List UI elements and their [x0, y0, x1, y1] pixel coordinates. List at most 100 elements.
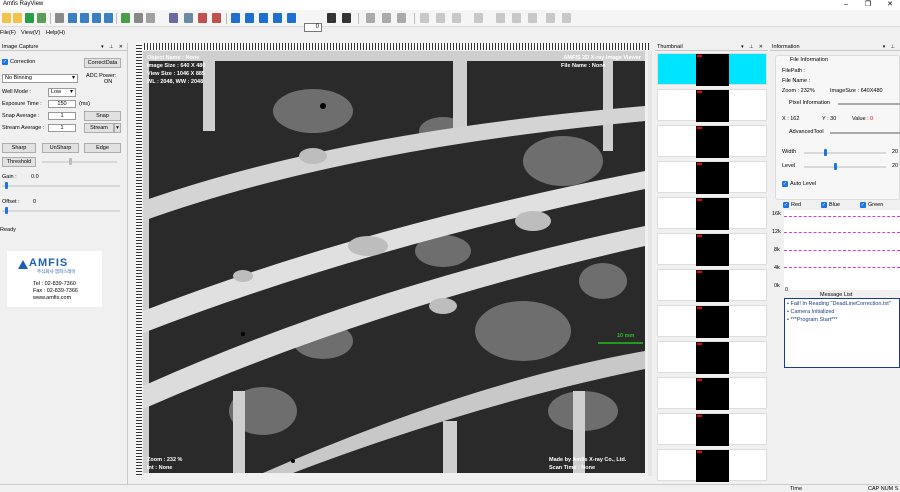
line-icon[interactable]	[452, 13, 461, 23]
red-checkbox[interactable]: ✓	[783, 202, 789, 208]
menu-bar: File(F) View(V) Help(H)	[0, 29, 900, 38]
image-icon[interactable]	[121, 13, 130, 23]
zoom-out-icon[interactable]	[80, 13, 89, 23]
bga-icon[interactable]	[382, 13, 391, 23]
menu-view[interactable]: View(V)	[21, 30, 40, 36]
thumbnail-item[interactable]	[657, 305, 767, 338]
sdd-icon[interactable]	[212, 13, 221, 23]
threshold-thumb[interactable]	[69, 158, 72, 165]
circle-icon[interactable]	[496, 13, 505, 23]
auto-level-checkbox[interactable]: ✓	[782, 181, 788, 187]
sharp-button[interactable]: Sharp	[2, 143, 36, 153]
grid-view-icon[interactable]	[327, 13, 336, 23]
information-pin-icon[interactable]: ▾ ⊥	[883, 43, 897, 51]
thumbnail-title: Thumbnail	[657, 44, 683, 50]
process-icon[interactable]	[184, 13, 193, 23]
unsharp-button[interactable]: UnSharp	[42, 143, 79, 153]
stream-dropdown-icon[interactable]: ▾	[114, 123, 121, 133]
amfis-logo-card: AMFIS 주식회사 엠피스레이 Tel : 02-839-7360 Fax :…	[7, 251, 102, 307]
viewer-scrollbar[interactable]	[648, 51, 652, 476]
thumbnail-item[interactable]	[657, 341, 767, 374]
next-frame-icon[interactable]	[273, 13, 282, 23]
export-icon[interactable]	[37, 13, 46, 23]
thumbnail-item[interactable]	[657, 125, 767, 158]
maximize-button[interactable]: ❐	[858, 0, 878, 10]
rotate-icon[interactable]	[134, 13, 143, 23]
snap-button[interactable]: Snap	[84, 111, 121, 121]
message-list[interactable]: • Fail! In Reading "DeadLineCorrection.t…	[784, 298, 900, 368]
snap-average-label: Snap Average :	[2, 113, 40, 119]
thumbnail-item[interactable]	[657, 89, 767, 122]
thumbnail-item[interactable]	[657, 413, 767, 446]
open-folder-icon[interactable]	[2, 13, 11, 23]
blue-checkbox[interactable]: ✓	[821, 202, 827, 208]
stream-average-input[interactable]: 1	[48, 124, 76, 132]
thumbnail-item-selected[interactable]	[657, 53, 767, 86]
snap-average-input[interactable]: 1	[48, 112, 76, 120]
exposure-input[interactable]: 150	[48, 100, 76, 108]
well-mode-label: Well Mode :	[2, 89, 31, 95]
cal-icon[interactable]	[397, 13, 406, 23]
threshold-button[interactable]: Threshold	[2, 157, 36, 167]
correction-label: Correction	[10, 59, 36, 65]
threshold-slider[interactable]	[42, 161, 117, 163]
list-view-icon[interactable]	[342, 13, 351, 23]
level-thumb[interactable]	[834, 163, 837, 170]
binning-select[interactable]: No Binning	[2, 74, 78, 83]
roi-icon[interactable]	[546, 13, 555, 23]
file-info-label: File Information	[790, 57, 828, 63]
green-checkbox[interactable]: ✓	[860, 202, 866, 208]
pixel-x-label: X : 162	[782, 116, 800, 122]
gain-value: 0.0	[31, 174, 39, 180]
thumbnail-item[interactable]	[657, 449, 767, 482]
stream-button[interactable]: Stream	[84, 123, 114, 133]
gain-slider[interactable]	[2, 185, 120, 187]
prev-frame-icon[interactable]	[245, 13, 254, 23]
save-icon[interactable]	[25, 13, 34, 23]
print-icon[interactable]	[420, 13, 429, 23]
polygon-icon[interactable]	[528, 13, 537, 23]
width-slider[interactable]	[804, 152, 886, 154]
export-image-icon[interactable]	[562, 13, 571, 23]
xray-image-viewer[interactable]: Object Name : None Image Size : 640 X 48…	[143, 51, 645, 473]
edge-button[interactable]: Edge	[84, 143, 121, 153]
menu-help[interactable]: Help(H)	[46, 30, 65, 36]
thumbnail-item[interactable]	[657, 197, 767, 230]
correction-checkbox[interactable]: ✓	[2, 59, 8, 65]
gain-thumb[interactable]	[5, 182, 8, 189]
angle-icon[interactable]	[474, 13, 483, 23]
filter-icon[interactable]	[169, 13, 178, 23]
offset-slider[interactable]	[2, 210, 120, 212]
zoom-fit-icon[interactable]	[92, 13, 101, 23]
thumbnail-item[interactable]	[657, 233, 767, 266]
correct-data-button[interactable]: CorrectData	[84, 58, 121, 68]
auto-icon[interactable]	[55, 13, 64, 23]
hist-zero: 0	[785, 287, 789, 293]
arc-icon[interactable]	[512, 13, 521, 23]
thumbnail-item[interactable]	[657, 377, 767, 410]
panel-pin-icon[interactable]: ▾ ⊥ ✕	[101, 43, 125, 51]
width-thumb[interactable]	[824, 149, 827, 156]
thumbnail-pin-icon[interactable]: ▾ ⊥ ✕	[741, 43, 765, 51]
offset-thumb[interactable]	[5, 207, 8, 214]
well-mode-select[interactable]: Low	[48, 88, 76, 97]
thumbnail-item[interactable]	[657, 161, 767, 194]
zoom-in-icon[interactable]	[68, 13, 77, 23]
open-file-icon[interactable]	[13, 13, 22, 23]
minimize-button[interactable]: –	[836, 0, 856, 10]
zoom-reset-icon[interactable]	[104, 13, 113, 23]
message-item: • Camera Initialized	[787, 309, 835, 315]
dnl-icon[interactable]	[366, 13, 375, 23]
close-button[interactable]: ✕	[880, 0, 900, 10]
ruler-icon[interactable]	[436, 13, 445, 23]
first-frame-icon[interactable]	[231, 13, 240, 23]
adc-power-state[interactable]: ON	[104, 79, 112, 85]
measure-icon[interactable]	[146, 13, 155, 23]
thumbnail-item[interactable]	[657, 269, 767, 302]
sdd-red-icon[interactable]	[198, 13, 207, 23]
last-frame-icon[interactable]	[287, 13, 296, 23]
level-slider[interactable]	[804, 166, 886, 168]
scale-bar-label: 10 mm	[617, 333, 635, 339]
stop-icon[interactable]	[259, 13, 268, 23]
menu-file[interactable]: File(F)	[0, 30, 16, 36]
